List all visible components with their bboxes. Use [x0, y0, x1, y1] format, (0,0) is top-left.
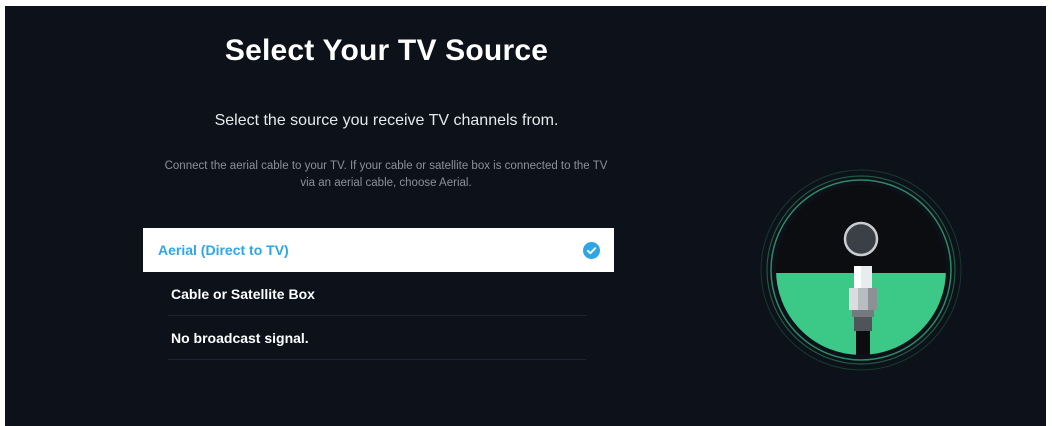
option-no-signal[interactable]: No broadcast signal.: [143, 316, 614, 360]
option-cable-satellite[interactable]: Cable or Satellite Box: [143, 272, 614, 316]
source-option-list: Aerial (Direct to TV) Cable or Satellite…: [143, 228, 614, 360]
tv-source-screen: Select Your TV Source Select the source …: [5, 6, 1046, 426]
description-line-2: via an aerial cable, choose Aerial.: [300, 177, 472, 189]
option-cable-satellite-label: Cable or Satellite Box: [171, 286, 315, 302]
description-line-1: Connect the aerial cable to your TV. If …: [164, 160, 608, 172]
source-description: Connect the aerial cable to your TV. If …: [105, 158, 667, 192]
checkmark-circle-icon: [583, 242, 600, 259]
aerial-cable-illustration: [760, 169, 962, 371]
page-subtitle: Select the source you receive TV channel…: [214, 112, 559, 129]
option-aerial-label: Aerial (Direct to TV): [158, 242, 289, 258]
page-title: Select Your TV Source: [224, 34, 549, 67]
option-no-signal-label: No broadcast signal.: [171, 330, 309, 346]
option-aerial[interactable]: Aerial (Direct to TV): [143, 228, 614, 272]
